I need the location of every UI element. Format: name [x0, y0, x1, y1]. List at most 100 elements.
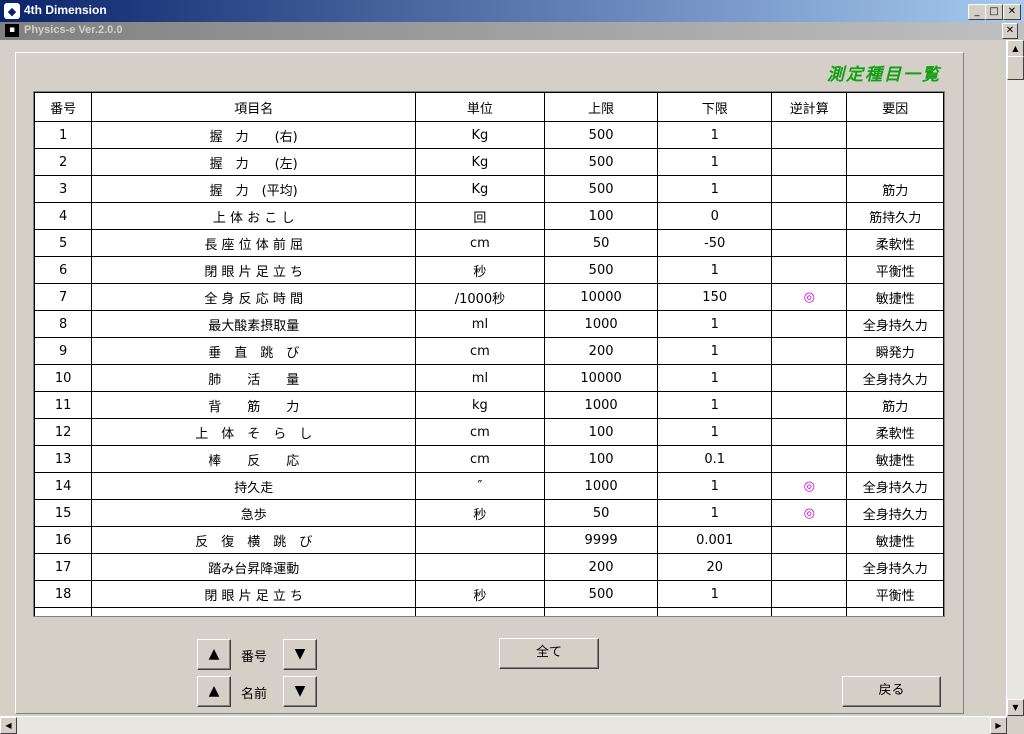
- header-item-name[interactable]: 項目名: [91, 92, 417, 122]
- header-inverse-calc[interactable]: 逆計算: [771, 92, 848, 122]
- cell-factor: 瞬発力: [846, 337, 944, 365]
- cell-item-name: 反 復 横 跳 び: [91, 526, 417, 554]
- cell-factor: 平衡性: [846, 256, 944, 284]
- table-row[interactable]: [34, 607, 944, 616]
- cell-inverse-calc: [771, 310, 848, 338]
- scroll-left-button[interactable]: ◀: [0, 717, 17, 734]
- table-row[interactable]: 5長 座 位 体 前 屈 cm 50 -50 柔軟性: [34, 229, 944, 257]
- cell-factor: 筋持久力: [846, 202, 944, 230]
- table-row[interactable]: 15 急歩秒 50 1 ◎ 全身持久力: [34, 499, 944, 527]
- cell-upper-limit: 10000: [543, 364, 659, 392]
- cell-upper-limit: 500: [543, 121, 659, 149]
- cell-lower-limit: 1: [657, 256, 773, 284]
- cell-upper-limit: 10000: [543, 283, 659, 311]
- table-row[interactable]: 13 棒 反 応 cm 100 0.1 敏捷性: [34, 445, 944, 473]
- app-icon[interactable]: ◆: [4, 3, 20, 19]
- cell-item-name: 急歩: [91, 499, 417, 527]
- cell-number: 13: [34, 445, 93, 473]
- scroll-down-button[interactable]: ▼: [1007, 699, 1024, 716]
- vertical-scroll-thumb[interactable]: [1007, 56, 1024, 80]
- items-table-container[interactable]: 番号 項目名 単位 上限 下限 逆計算 要因 1握 力 (右) Kg 500 1 2 握 …: [33, 91, 945, 617]
- header-number[interactable]: 番号: [34, 92, 93, 122]
- cell-inverse-calc: ◎: [771, 283, 848, 311]
- cell-factor: [846, 121, 944, 149]
- cell-upper-limit: 500: [543, 580, 659, 608]
- app-title: 4th Dimension: [24, 3, 107, 17]
- back-button[interactable]: 戻る: [842, 676, 941, 707]
- cell-lower-limit: -50: [657, 229, 773, 257]
- cell-lower-limit: 0.001: [657, 526, 773, 554]
- cell-item-name: 肺 活 量: [91, 364, 417, 392]
- floppy-disk-icon[interactable]: ▪: [5, 24, 19, 37]
- cell-item-name: 閉 眼 片 足 立 ち: [91, 256, 417, 284]
- cell-inverse-calc: [771, 148, 848, 176]
- maximize-button[interactable]: □: [985, 4, 1003, 20]
- cell-lower-limit: 1: [657, 364, 773, 392]
- table-row[interactable]: 12 上 体 そ ら し cm 100 1 柔軟性: [34, 418, 944, 446]
- minimize-button[interactable]: _: [968, 4, 986, 20]
- cell-inverse-calc: [771, 256, 848, 284]
- cell-upper-limit: 200: [543, 337, 659, 365]
- cell-number: 5: [34, 229, 93, 257]
- child-close-button[interactable]: ✕: [1002, 23, 1018, 39]
- sort-number-down-button[interactable]: ▼: [283, 639, 317, 670]
- sort-number-label: 番号: [241, 650, 268, 665]
- header-factor[interactable]: 要因: [846, 92, 944, 122]
- cell-number: 16: [34, 526, 93, 554]
- page-title: 測定種目一覧: [827, 65, 941, 85]
- table-row[interactable]: 4上 体 お こ し回 100 0 筋持久力: [34, 202, 944, 230]
- table-row[interactable]: 2握 力 (左) Kg 500 1: [34, 148, 944, 176]
- header-unit[interactable]: 単位: [415, 92, 545, 122]
- cell-lower-limit: 1: [657, 310, 773, 338]
- header-upper-limit[interactable]: 上限: [543, 92, 659, 122]
- table-row[interactable]: 1握 力 (右) Kg 500 1: [34, 121, 944, 149]
- cell-upper-limit: 9999: [543, 526, 659, 554]
- horizontal-scrollbar[interactable]: ◀ ▶: [0, 716, 1007, 734]
- cell-unit: 秒: [415, 256, 545, 284]
- cell-number: [34, 607, 93, 616]
- cell-upper-limit: 100: [543, 202, 659, 230]
- cell-factor: 全身持久力: [846, 499, 944, 527]
- cell-unit: kg: [415, 391, 545, 419]
- show-all-button[interactable]: 全て: [499, 638, 599, 669]
- cell-upper-limit: 1000: [543, 391, 659, 419]
- cell-item-name: 棒 反 応: [91, 445, 417, 473]
- sort-name-down-button[interactable]: ▼: [283, 676, 317, 707]
- cell-number: 9: [34, 337, 93, 365]
- table-row[interactable]: 10 肺 活 量 ml 10000 1 全身持久力: [34, 364, 944, 392]
- cell-factor: 平衡性: [846, 580, 944, 608]
- cell-upper-limit: 100: [543, 445, 659, 473]
- cell-unit: 回: [415, 202, 545, 230]
- cell-lower-limit: [657, 607, 773, 616]
- cell-factor: 全身持久力: [846, 364, 944, 392]
- cell-inverse-calc: [771, 418, 848, 446]
- table-row[interactable]: 18 閉 眼 片 足 立 ち秒 500 1 平衡性: [34, 580, 944, 608]
- table-row[interactable]: 6閉 眼 片 足 立 ち秒 500 1 平衡性: [34, 256, 944, 284]
- cell-factor: [846, 607, 944, 616]
- table-row[interactable]: 11 背 筋 力 kg 1000 1 筋力: [34, 391, 944, 419]
- sort-name-label: 名前: [241, 687, 268, 702]
- scroll-up-button[interactable]: ▲: [1007, 40, 1024, 57]
- cell-upper-limit: [543, 607, 659, 616]
- cell-number: 4: [34, 202, 93, 230]
- cell-factor: 柔軟性: [846, 418, 944, 446]
- table-row[interactable]: 9垂 直 跳 び cm 200 1 瞬発力: [34, 337, 944, 365]
- cell-unit: Kg: [415, 121, 545, 149]
- table-row[interactable]: 16 反 復 横 跳 び 9999 0.001 敏捷性: [34, 526, 944, 554]
- sort-number-up-button[interactable]: ▲: [197, 639, 231, 670]
- sort-name-up-button[interactable]: ▲: [197, 676, 231, 707]
- scroll-right-button[interactable]: ▶: [990, 717, 1007, 734]
- cell-factor: 敏捷性: [846, 283, 944, 311]
- close-button[interactable]: ✕: [1003, 4, 1021, 20]
- cell-inverse-calc: [771, 202, 848, 230]
- cell-upper-limit: 100: [543, 418, 659, 446]
- header-lower-limit[interactable]: 下限: [657, 92, 773, 122]
- table-row[interactable]: 17 踏み台昇降運動 200 20 全身持久力: [34, 553, 944, 581]
- table-row[interactable]: 14 持久走 ″ 1000 1 ◎ 全身持久力: [34, 472, 944, 500]
- cell-item-name: [91, 607, 417, 616]
- table-row[interactable]: 3握 力 (平均) Kg 500 1 筋力: [34, 175, 944, 203]
- table-row[interactable]: 8 最大酸素摂取量 ml 1000 1 全身持久力: [34, 310, 944, 338]
- table-row[interactable]: 7全 身 反 応 時 間/1000秒 10000 150 ◎ 敏捷性: [34, 283, 944, 311]
- cell-item-name: 最大酸素摂取量: [91, 310, 417, 338]
- vertical-scrollbar[interactable]: ▲ ▼: [1006, 40, 1024, 716]
